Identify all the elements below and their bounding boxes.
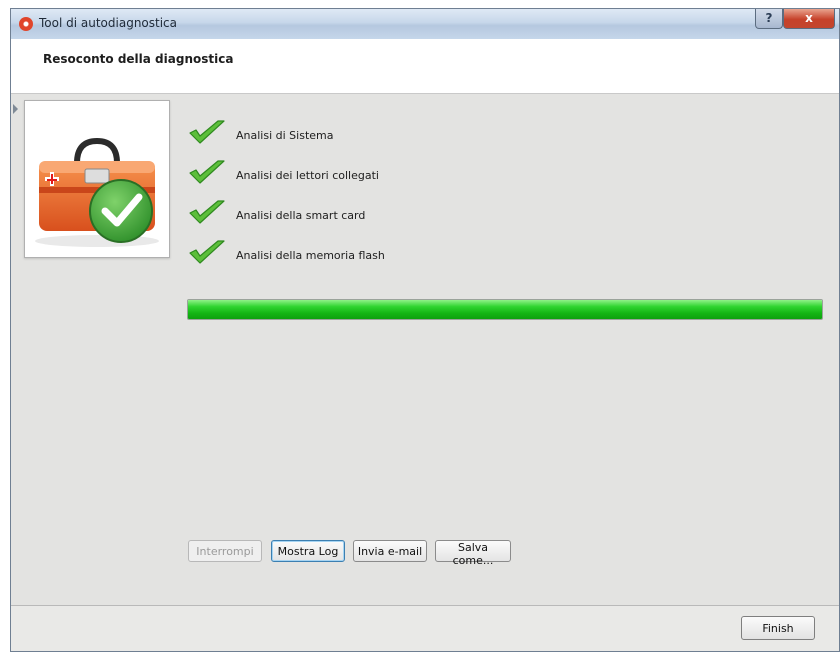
check-label: Analisi della memoria flash: [236, 249, 385, 262]
green-checkmark-icon: [189, 160, 225, 184]
check-label: Analisi di Sistema: [236, 129, 334, 142]
green-checkmark-icon: [189, 200, 225, 224]
invia-email-button[interactable]: Invia e-mail: [353, 540, 427, 562]
app-icon: [19, 17, 33, 31]
progress-bar: [187, 299, 823, 320]
finish-button[interactable]: Finish: [741, 616, 815, 640]
mostra-log-button[interactable]: Mostra Log: [271, 540, 345, 562]
side-arrow-icon: [13, 104, 18, 114]
title-bar[interactable]: Tool di autodiagnostica ? x: [11, 9, 839, 40]
footer-bar: Finish: [11, 606, 839, 651]
page-title: Resoconto della diagnostica: [43, 52, 234, 66]
toolbox-image: [24, 100, 170, 258]
check-label: Analisi dei lettori collegati: [236, 169, 379, 182]
window-title: Tool di autodiagnostica: [39, 16, 178, 30]
progress-fill: [188, 300, 822, 319]
help-button[interactable]: ?: [755, 9, 783, 29]
salva-come-button[interactable]: Salva come...: [435, 540, 511, 567]
content-area: Analisi di Sistema Analisi dei lettori c…: [11, 94, 839, 605]
first-aid-toolbox-with-checkmark-icon: [35, 137, 159, 247]
check-label: Analisi della smart card: [236, 209, 366, 222]
green-checkmark-icon: [189, 120, 225, 144]
close-button[interactable]: x: [783, 9, 835, 29]
interrompi-button[interactable]: Interrompi: [188, 540, 262, 562]
green-checkmark-icon: [189, 240, 225, 264]
wizard-header: Resoconto della diagnostica: [11, 39, 839, 94]
dialog-window: Tool di autodiagnostica ? x Resoconto de…: [10, 8, 840, 652]
